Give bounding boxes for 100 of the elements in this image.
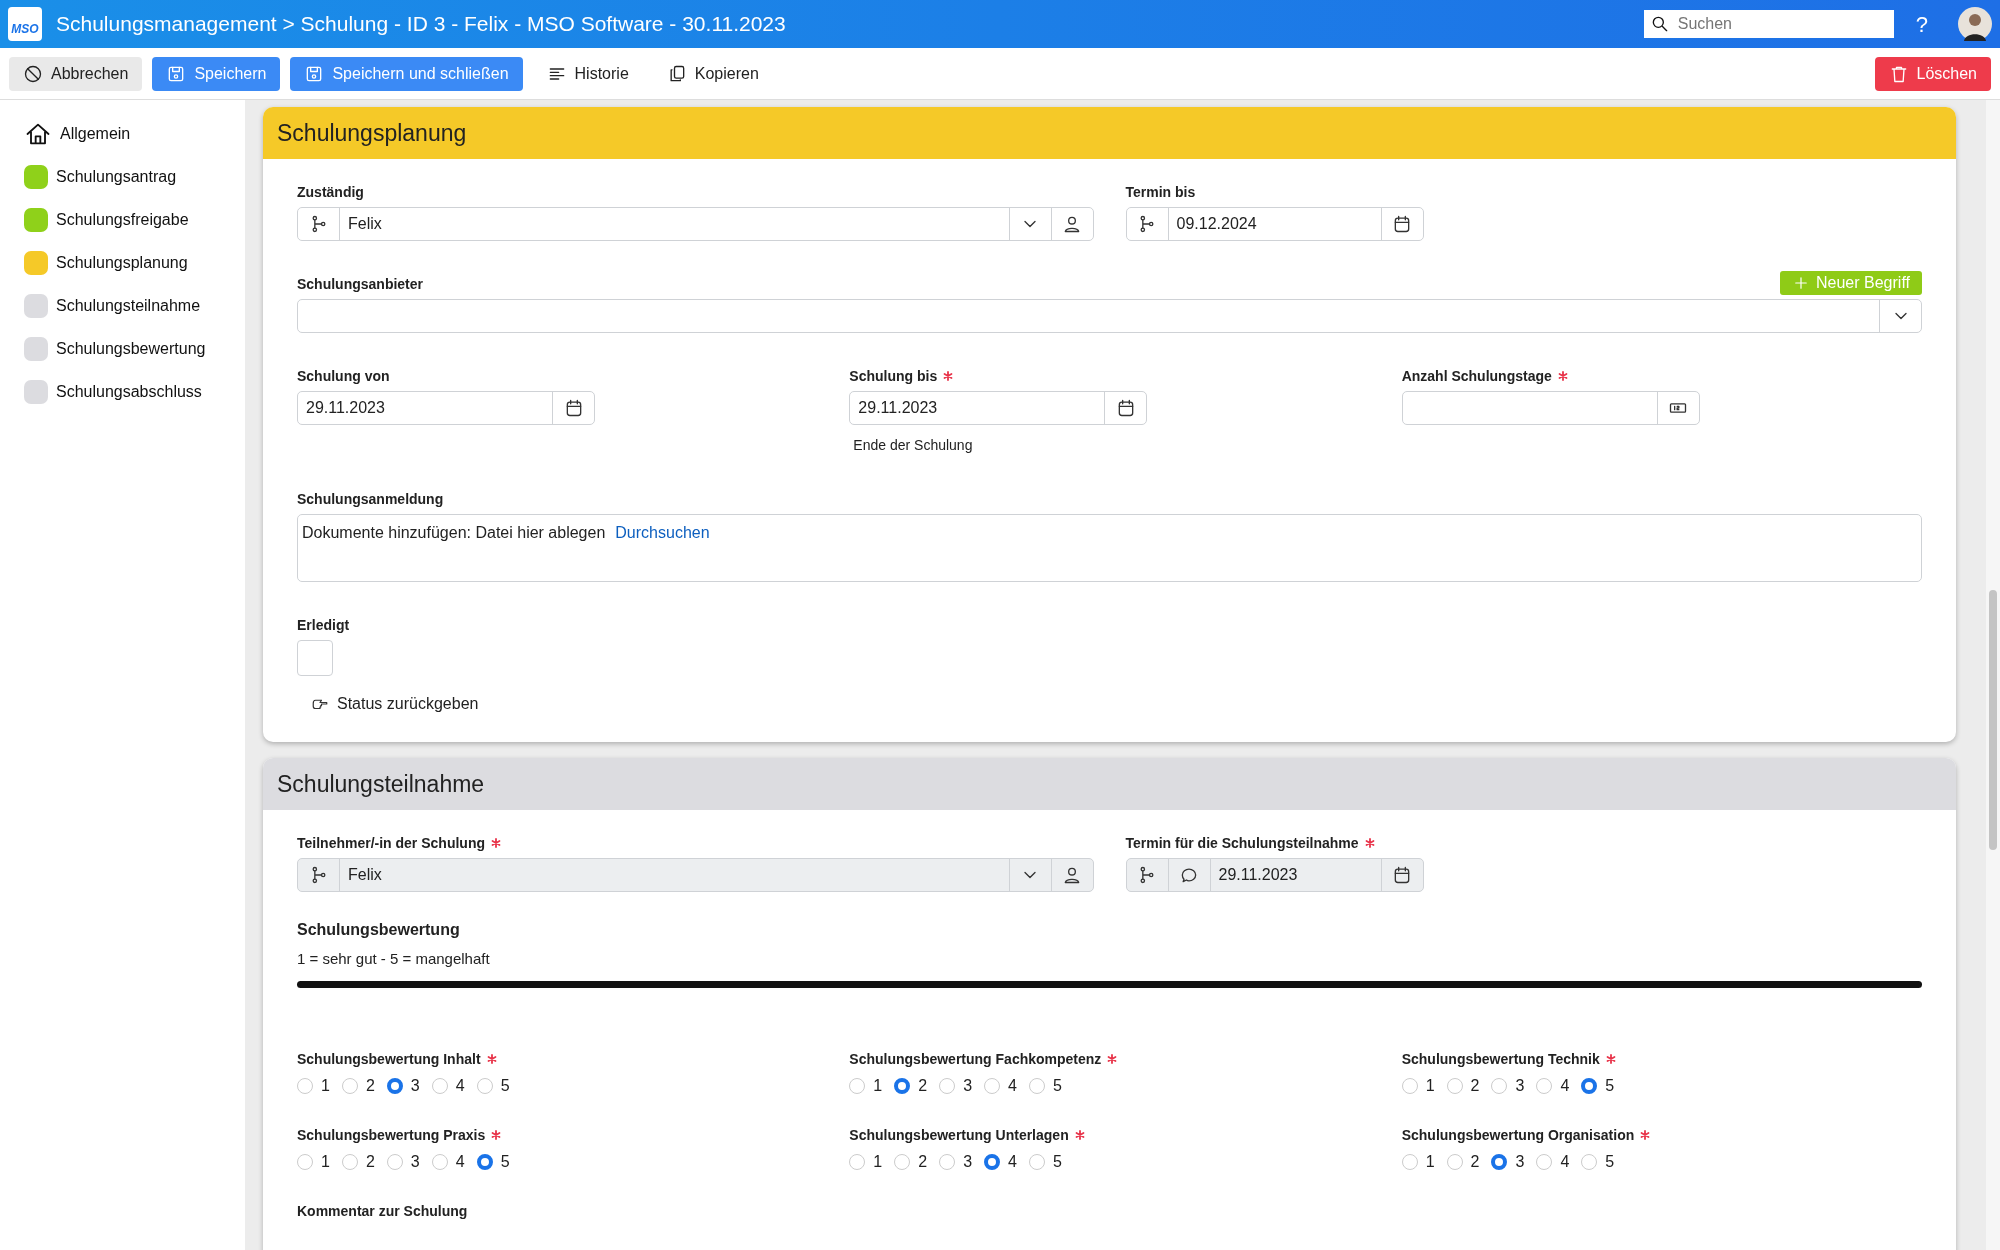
window-title: Schulungsmanagement > Schulung - ID 3 - Felix - MSO Software - 30.11.2023	[56, 11, 786, 38]
history-button[interactable]: Historie	[532, 56, 643, 91]
option-label: 5	[1605, 1151, 1615, 1172]
radio-button[interactable]	[1491, 1153, 1508, 1170]
person-icon	[1062, 214, 1082, 234]
user-avatar[interactable]	[1958, 7, 1992, 41]
field-value: 09.12.2024	[1175, 214, 1258, 234]
radio-button[interactable]	[341, 1153, 358, 1170]
radio-button[interactable]	[1028, 1077, 1045, 1094]
option-label: 5	[1052, 1151, 1062, 1172]
field-value: 29.11.2023	[857, 398, 939, 418]
option-label: 4	[1008, 1075, 1017, 1096]
radio-button[interactable]	[1401, 1077, 1418, 1094]
sidebar-item[interactable]: Allgemein	[24, 112, 245, 155]
plus-icon	[1792, 274, 1810, 292]
delete-button[interactable]: Löschen	[1874, 56, 1991, 91]
copy-button[interactable]: Kopieren	[652, 56, 773, 91]
option-label: 5	[1605, 1075, 1615, 1096]
date-field[interactable]: 09.12.2024	[1125, 207, 1424, 241]
search-field[interactable]: Suchen	[1643, 10, 1894, 38]
radio-button[interactable]	[476, 1153, 493, 1170]
section-heading: Schulungsbewertung	[297, 920, 461, 940]
option-label: 2	[918, 1075, 928, 1096]
checkbox[interactable]	[297, 640, 333, 676]
radio-button[interactable]	[1581, 1153, 1598, 1170]
cancel-button[interactable]: Abbrechen	[9, 56, 143, 91]
field-value: 29.11.2023	[305, 398, 386, 418]
radio-button[interactable]	[297, 1153, 313, 1170]
option-label: 2	[365, 1151, 375, 1172]
scrollbar-thumb[interactable]	[1989, 590, 1997, 850]
cancel-icon	[23, 63, 43, 84]
radio-button[interactable]	[1581, 1077, 1598, 1094]
radio-button[interactable]	[939, 1153, 956, 1170]
radio-button[interactable]	[894, 1077, 911, 1094]
section-header: Schulungsteilnahme	[263, 758, 1956, 810]
option-label: 4	[1560, 1151, 1570, 1172]
radio-button[interactable]	[1491, 1077, 1508, 1094]
date-field[interactable]: 29.11.2023	[849, 391, 1148, 425]
scale-note: 1 = sehr gut - 5 = mangelhaft	[297, 949, 491, 969]
option-label: 1	[321, 1075, 330, 1096]
status-return-link[interactable]: Status zurückgeben	[311, 692, 1922, 716]
field-label: Termin für die Schulungsteilnahme	[1125, 834, 1359, 853]
radio-button[interactable]	[849, 1077, 866, 1094]
app-logo: MSO	[8, 7, 42, 41]
option-label: 1	[321, 1151, 330, 1172]
upload-hint: Dokumente hinzufügen: Datei hier ablegen	[302, 523, 606, 543]
radio-button[interactable]	[341, 1077, 358, 1094]
radio-button[interactable]	[1446, 1153, 1463, 1170]
option-label: 2	[1470, 1151, 1480, 1172]
option-label: 3	[963, 1151, 973, 1172]
option-label: 3	[410, 1075, 420, 1096]
radio-button[interactable]	[1536, 1077, 1553, 1094]
field-label: Teilnehmer/-in der Schulung	[297, 834, 485, 853]
field-label: Schulungsanmeldung	[297, 490, 444, 509]
radio-button[interactable]	[297, 1077, 313, 1094]
field-value: 29.11.2023	[1217, 865, 1299, 885]
option-label: 1	[873, 1075, 883, 1096]
radio-button[interactable]	[939, 1077, 956, 1094]
radio-button[interactable]	[1028, 1153, 1045, 1170]
radio-button[interactable]	[431, 1153, 448, 1170]
sidebar-item[interactable]: Schulungsbewertung	[24, 327, 245, 370]
radio-button[interactable]	[476, 1077, 493, 1094]
radio-button[interactable]	[431, 1077, 448, 1094]
sidebar-item[interactable]: Schulungsteilnahme	[24, 284, 245, 327]
radio-button[interactable]	[894, 1153, 911, 1170]
help-text: Ende der Schulung	[853, 436, 974, 455]
radio-button[interactable]	[849, 1153, 866, 1170]
radio-button[interactable]	[1536, 1153, 1553, 1170]
browse-link[interactable]: Durchsuchen	[615, 521, 710, 545]
field-label: Anzahl Schulungstage	[1401, 367, 1552, 386]
radio-button[interactable]	[386, 1077, 403, 1094]
radio-button[interactable]	[984, 1077, 1001, 1094]
field-label: Schulungsbewertung Technik	[1401, 1049, 1600, 1069]
field-label: Erledigt	[297, 616, 350, 635]
sidebar-item[interactable]: Schulungsabschluss	[24, 370, 245, 413]
sidebar-item[interactable]: Schulungsantrag	[24, 155, 245, 198]
option-label: 5	[500, 1151, 510, 1172]
field-label: Zuständig	[297, 183, 364, 202]
number-field[interactable]	[1401, 391, 1700, 425]
field-value: Felix	[347, 214, 383, 234]
sidebar-item[interactable]: Schulungsfreigabe	[24, 198, 245, 241]
radio-button[interactable]	[386, 1153, 403, 1170]
field-label: Kommentar zur Schulung	[297, 1201, 468, 1221]
field-label: Schulungsbewertung Fachkompetenz	[849, 1049, 1102, 1069]
radio-button[interactable]	[984, 1153, 1001, 1170]
sidebar-item[interactable]: Schulungsplanung	[24, 241, 245, 284]
radio-button[interactable]	[1401, 1153, 1418, 1170]
help-button[interactable]: ?	[1915, 7, 1928, 41]
date-field[interactable]: 29.11.2023	[297, 391, 595, 425]
radio-button[interactable]	[1446, 1077, 1463, 1094]
option-label: 1	[1425, 1151, 1435, 1172]
upload-area[interactable]: Dokumente hinzufügen: Datei hier ablegen Durchsuchen	[297, 514, 1922, 582]
select-field[interactable]	[297, 299, 1922, 333]
option-label: 3	[1515, 1075, 1525, 1096]
option-label: 2	[365, 1075, 375, 1096]
option-label: 5	[1052, 1075, 1062, 1096]
option-label: 4	[455, 1075, 465, 1096]
option-label: 4	[1560, 1075, 1570, 1096]
option-label: 3	[963, 1075, 973, 1096]
select-field[interactable]: Felix	[297, 207, 1094, 241]
